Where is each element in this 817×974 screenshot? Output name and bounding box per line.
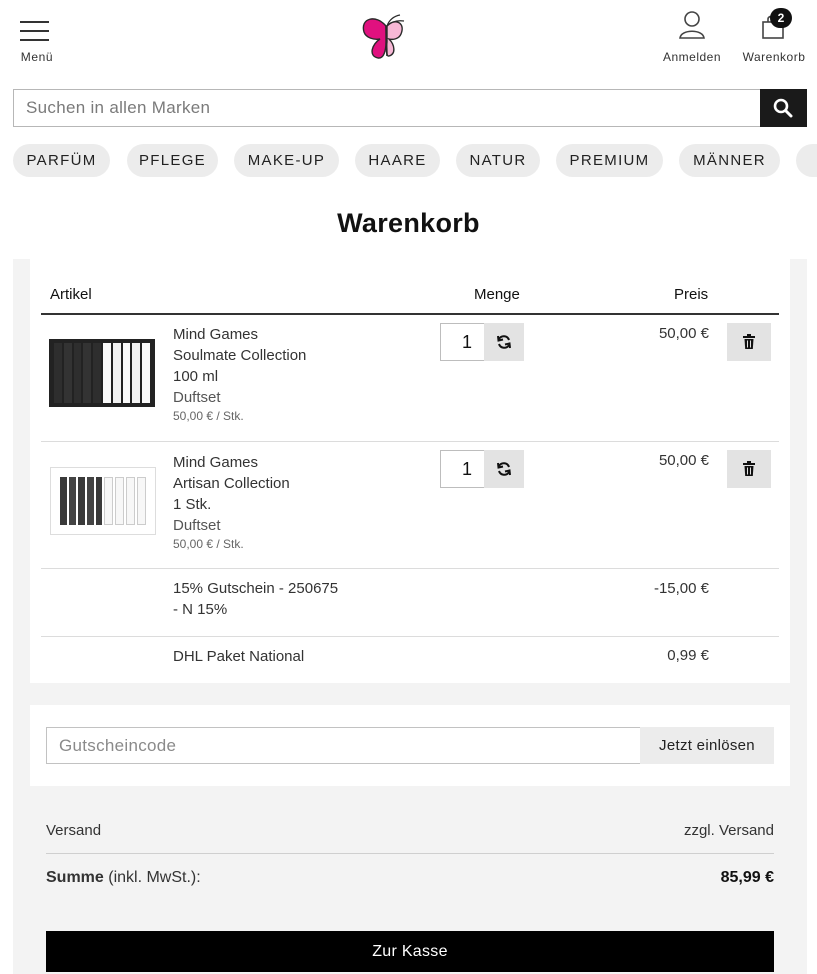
- product-name[interactable]: Soulmate Collection: [173, 345, 306, 366]
- voucher-line-1: 15% Gutschein - 250675: [173, 580, 339, 597]
- shipping-summary-value: zzgl. Versand: [683, 822, 774, 839]
- product-info: Mind Games Artisan Collection 1 Stk. Duf…: [173, 452, 290, 553]
- product-type: Duftset: [173, 517, 221, 534]
- search-bar: [13, 89, 807, 127]
- category-maenner[interactable]: MÄNNER: [679, 144, 780, 177]
- summary-divider: [46, 853, 774, 854]
- category-parfuem[interactable]: PARFÜM: [13, 144, 110, 177]
- line-price: 50,00 €: [658, 452, 709, 469]
- unit-price: 50,00 € / Stk.: [173, 537, 244, 551]
- line-price: 50,00 €: [658, 325, 709, 342]
- quantity-input[interactable]: [440, 323, 485, 361]
- refresh-icon: [497, 335, 511, 349]
- trash-icon: [743, 334, 755, 349]
- row-divider: [41, 636, 779, 637]
- product-info: Mind Games Soulmate Collection 100 ml Du…: [173, 324, 306, 425]
- category-natur[interactable]: NATUR: [456, 144, 540, 177]
- remove-item-button[interactable]: [727, 450, 771, 488]
- page-title: Warenkorb: [337, 208, 480, 238]
- hamburger-icon: [20, 21, 49, 41]
- category-haare[interactable]: HAARE: [355, 144, 440, 177]
- voucher-line-2: - N 15%: [173, 601, 228, 618]
- search-input[interactable]: [13, 89, 760, 127]
- voucher-info: 15% Gutschein - 250675 - N 15%: [173, 578, 338, 620]
- refresh-icon: [497, 462, 511, 476]
- product-image[interactable]: [50, 467, 156, 535]
- quantity-control: [440, 450, 524, 488]
- row-divider: [41, 568, 779, 569]
- update-quantity-button[interactable]: [484, 450, 524, 488]
- col-header-price: Preis: [674, 286, 709, 303]
- cart-button[interactable]: 2 Warenkorb: [738, 8, 810, 68]
- col-header-article: Artikel: [50, 286, 92, 303]
- category-make-up[interactable]: MAKE-UP: [234, 144, 339, 177]
- cart-label: Warenkorb: [742, 50, 806, 64]
- login-button[interactable]: Anmelden: [656, 10, 728, 68]
- unit-price: 50,00 € / Stk.: [173, 409, 244, 423]
- total-value: 85,99 €: [720, 869, 774, 886]
- category-premium[interactable]: PREMIUM: [556, 144, 663, 177]
- butterfly-logo[interactable]: [356, 12, 412, 64]
- search-icon: [773, 98, 793, 118]
- total-label-strong: Summe: [46, 869, 104, 886]
- total-label-note: (inkl. MwSt.):: [108, 869, 201, 886]
- category-pflege[interactable]: PFLEGE: [127, 144, 218, 177]
- user-icon: [679, 11, 705, 39]
- update-quantity-button[interactable]: [484, 323, 524, 361]
- quantity-input[interactable]: [440, 450, 485, 488]
- total-label: Summe (inkl. MwSt.):: [46, 869, 201, 887]
- remove-item-button[interactable]: [727, 323, 771, 361]
- search-button[interactable]: [760, 89, 807, 127]
- login-label: Anmelden: [662, 50, 722, 64]
- coupon-code-input[interactable]: [46, 727, 641, 764]
- trash-icon: [743, 461, 755, 476]
- product-brand[interactable]: Mind Games: [173, 452, 290, 473]
- table-header-divider: [41, 313, 779, 315]
- product-brand[interactable]: Mind Games: [173, 324, 306, 345]
- product-image[interactable]: [49, 339, 155, 407]
- menu-button[interactable]: Menü: [14, 16, 60, 66]
- product-size: 1 Stk.: [173, 496, 212, 513]
- row-divider: [41, 441, 779, 442]
- redeem-coupon-button[interactable]: Jetzt einlösen: [640, 727, 774, 764]
- shipping-method: DHL Paket National: [173, 648, 305, 665]
- checkout-button[interactable]: Zur Kasse: [46, 931, 774, 972]
- category-next-partial[interactable]: [796, 144, 817, 177]
- shipping-price: 0,99 €: [667, 647, 709, 664]
- voucher-price: -15,00 €: [653, 580, 709, 597]
- product-size: 100 ml: [173, 368, 219, 385]
- quantity-control: [440, 323, 524, 361]
- category-nav: PARFÜM PFLEGE MAKE-UP HAARE NATUR PREMIU…: [13, 144, 817, 177]
- site-header: Menü Anmelden 2 Warenkorb: [0, 0, 817, 88]
- col-header-qty: Menge: [474, 286, 520, 303]
- product-type: Duftset: [173, 389, 221, 406]
- menu-label: Menü: [20, 50, 54, 64]
- cart-count-badge: 2: [770, 8, 792, 28]
- product-name[interactable]: Artisan Collection: [173, 473, 290, 494]
- shipping-summary-label: Versand: [46, 822, 102, 839]
